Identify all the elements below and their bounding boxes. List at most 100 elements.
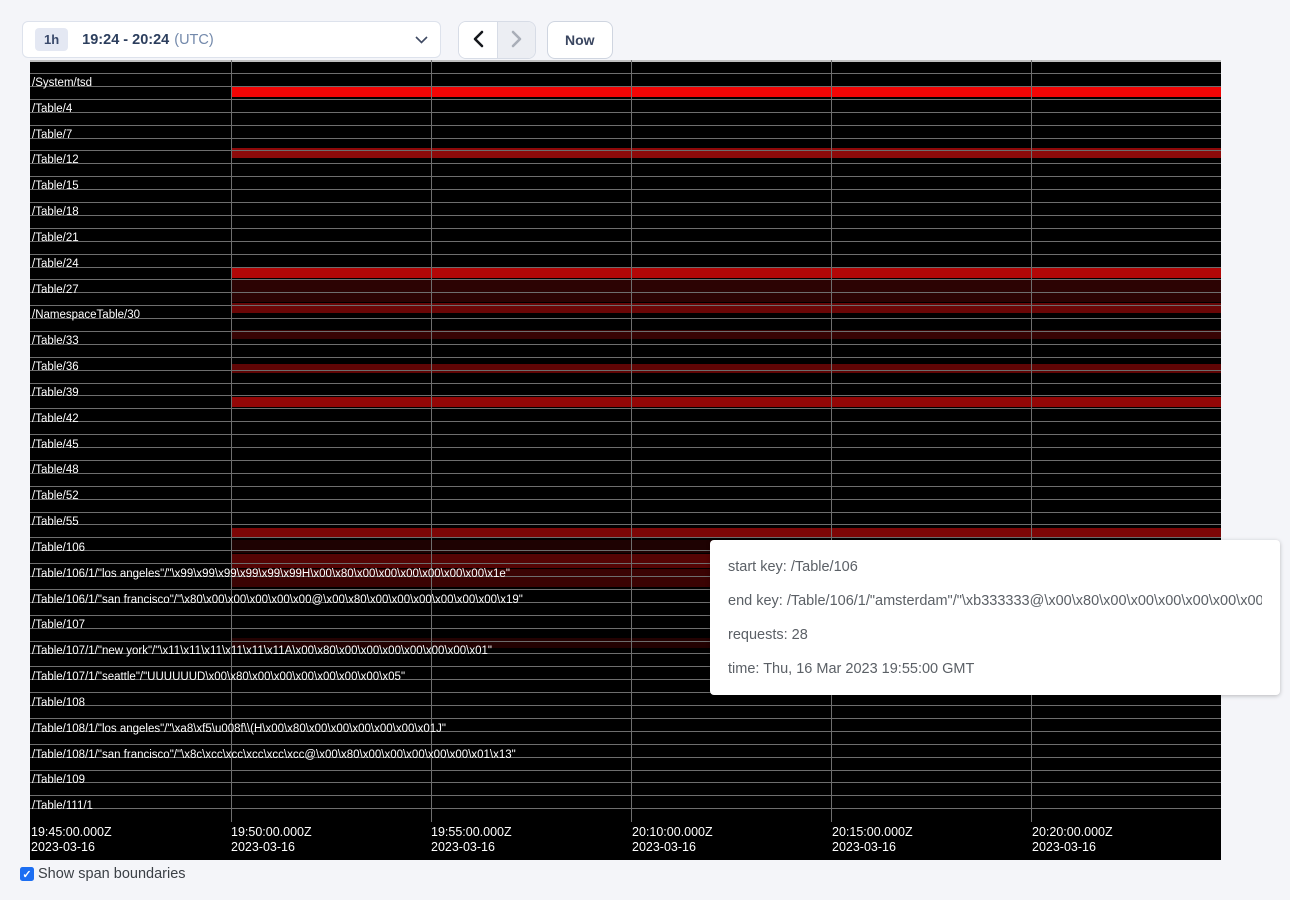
footer: ✓ Show span boundaries	[20, 866, 186, 882]
span-boundary-line	[30, 370, 1221, 371]
span-boundary-line	[30, 357, 1221, 358]
heat-band	[231, 87, 1221, 97]
x-tick-label: 20:15:00.000Z2023-03-16	[832, 825, 913, 855]
span-boundary-line	[30, 782, 1221, 783]
row-label: /Table/24	[32, 257, 79, 271]
span-boundary-line	[30, 150, 1221, 151]
row-label: /Table/39	[32, 386, 79, 400]
prev-time-button[interactable]	[459, 22, 497, 58]
span-boundary-line	[30, 215, 1221, 216]
row-label: /Table/52	[32, 489, 79, 503]
row-label: /Table/106/1/"los angeles"/"\x99\x99\x99…	[32, 567, 510, 581]
span-boundary-line	[30, 331, 1221, 332]
time-range-dropdown[interactable]: 1h 19:24 - 20:24 (UTC)	[22, 21, 441, 58]
span-boundary-line	[30, 447, 1221, 448]
span-boundary-line	[30, 73, 1221, 74]
row-label: /Table/108/1/"san francisco"/"\x8c\xcc\x…	[32, 748, 516, 762]
span-boundary-line	[30, 705, 1221, 706]
x-tick-label: 19:55:00.000Z2023-03-16	[431, 825, 512, 855]
tooltip-time: time: Thu, 16 Mar 2023 19:55:00 GMT	[728, 652, 1262, 686]
heat-band	[231, 397, 1221, 407]
tooltip-end-key: end key: /Table/106/1/"amsterdam"/"\xb33…	[728, 584, 1262, 618]
span-boundary-line	[30, 486, 1221, 487]
span-boundary-line	[30, 292, 1221, 293]
row-label: /Table/45	[32, 438, 79, 452]
row-label: /Table/4	[32, 102, 72, 116]
span-boundary-line	[30, 189, 1221, 190]
span-boundary-line	[30, 795, 1221, 796]
row-label: /Table/33	[32, 334, 79, 348]
row-label: /Table/42	[32, 412, 79, 426]
span-boundary-line	[30, 267, 1221, 268]
time-gridline	[631, 60, 632, 822]
time-range-badge: 1h	[35, 28, 68, 51]
row-label: /Table/15	[32, 179, 79, 193]
x-tick-label: 19:50:00.000Z2023-03-16	[231, 825, 312, 855]
span-boundary-line	[30, 279, 1221, 280]
span-boundary-line	[30, 138, 1221, 139]
span-boundary-line	[30, 408, 1221, 409]
time-nav-button-group	[458, 21, 536, 59]
span-boundary-line	[30, 228, 1221, 229]
span-boundary-line	[30, 254, 1221, 255]
heatmap-top-border	[30, 60, 1221, 62]
span-boundary-line	[30, 537, 1221, 538]
chevron-left-icon	[473, 30, 484, 51]
x-tick-label: 19:45:00.000Z2023-03-16	[31, 825, 112, 855]
span-boundary-line	[30, 86, 1221, 87]
row-label: /Table/106/1/"san francisco"/"\x80\x00\x…	[32, 593, 523, 607]
row-label: /Table/107/1/"seattle"/"UUUUUUD\x00\x80\…	[32, 670, 405, 684]
next-time-button[interactable]	[497, 22, 535, 58]
span-boundary-line	[30, 499, 1221, 500]
row-label: /Table/36	[32, 360, 79, 374]
span-boundary-line	[30, 434, 1221, 435]
toolbar: 1h 19:24 - 20:24 (UTC) Now	[0, 0, 1290, 58]
row-label: /Table/7	[32, 128, 72, 142]
row-label: /Table/109	[32, 773, 85, 787]
row-label: /Table/21	[32, 231, 79, 245]
row-label: /Table/107/1/"new york"/"\x11\x11\x11\x1…	[32, 644, 492, 658]
row-label: /Table/108	[32, 696, 85, 710]
time-gridline	[831, 60, 832, 822]
now-button[interactable]: Now	[547, 21, 613, 59]
span-boundary-line	[30, 473, 1221, 474]
row-label: /Table/106	[32, 541, 85, 555]
row-label: /Table/111/1	[32, 799, 93, 813]
span-boundary-line	[30, 125, 1221, 126]
span-boundary-line	[30, 808, 1221, 809]
span-boundary-line	[30, 512, 1221, 513]
heat-band	[231, 364, 1221, 373]
heatmap-tooltip: start key: /Table/106 end key: /Table/10…	[710, 540, 1280, 695]
show-span-boundaries-checkbox[interactable]: ✓	[20, 867, 34, 881]
time-range-zone: (UTC)	[174, 32, 213, 48]
row-label: /Table/48	[32, 463, 79, 477]
chevron-down-icon	[415, 36, 428, 44]
heat-band	[231, 268, 1221, 278]
span-boundary-line	[30, 112, 1221, 113]
row-label: /Table/18	[32, 205, 79, 219]
tooltip-start-key: start key: /Table/106	[728, 550, 1262, 584]
time-gridline	[1031, 60, 1032, 822]
span-boundary-line	[30, 318, 1221, 319]
span-boundary-line	[30, 718, 1221, 719]
span-boundary-line	[30, 383, 1221, 384]
span-boundary-line	[30, 770, 1221, 771]
row-label: /Table/27	[32, 283, 79, 297]
row-label: /NamespaceTable/30	[32, 308, 140, 322]
span-boundary-line	[30, 524, 1221, 525]
key-visualizer-heatmap[interactable]: /System/tsd/Table/4/Table/7/Table/12/Tab…	[30, 60, 1221, 860]
span-boundary-line	[30, 176, 1221, 177]
tooltip-requests: requests: 28	[728, 618, 1262, 652]
row-label: /Table/108/1/"los angeles"/"\xa8\xf5\u00…	[32, 722, 446, 736]
span-boundary-line	[30, 395, 1221, 396]
row-label: /Table/55	[32, 515, 79, 529]
time-gridline	[231, 60, 232, 822]
row-label: /Table/107	[32, 618, 85, 632]
heat-band	[231, 280, 1221, 302]
row-label: /System/tsd	[32, 76, 92, 90]
span-boundary-line	[30, 99, 1221, 100]
span-boundary-line	[30, 241, 1221, 242]
row-label: /Table/12	[32, 153, 79, 167]
span-boundary-line	[30, 460, 1221, 461]
show-span-boundaries-label: Show span boundaries	[38, 866, 186, 882]
